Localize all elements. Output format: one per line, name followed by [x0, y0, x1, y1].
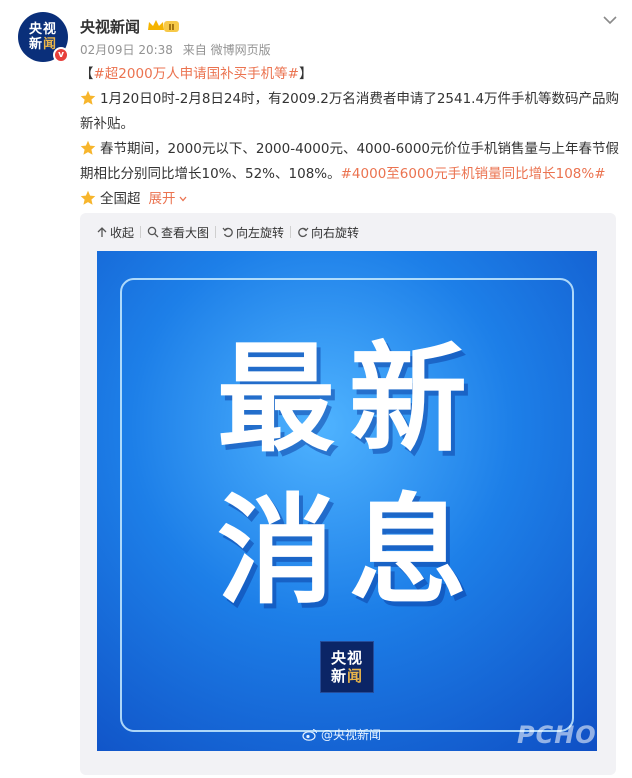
watermark-text: @央视新闻	[321, 728, 382, 742]
post-image[interactable]: 最新 消息 央视 新闻 @央视新闻 PCHOME	[97, 251, 597, 751]
collapse-icon	[97, 227, 107, 237]
topic-link[interactable]: #4000至6000元手机销量同比增长108%#	[341, 166, 606, 182]
collapse-button[interactable]: 收起	[96, 224, 134, 241]
rotate-left-icon	[222, 227, 233, 238]
rotate-right-button[interactable]: 向右旋转	[297, 224, 359, 241]
avatar-text-line1: 央视	[28, 22, 57, 37]
search-icon	[147, 226, 159, 238]
chevron-down-icon	[179, 196, 186, 202]
member-level-text: II	[169, 23, 175, 32]
topic-link[interactable]: #超2000万人申请国补买手机等#	[94, 66, 299, 82]
collapse-label: 收起	[110, 225, 135, 240]
verified-icon: v	[53, 47, 69, 63]
avatar-text-line2: 新闻	[29, 37, 57, 52]
view-large-label: 查看大图	[161, 225, 210, 240]
post-source: 来自 微博网页版	[182, 43, 271, 57]
post-date[interactable]: 02月09日 20:38	[80, 43, 173, 57]
post-paragraph-1: 1月20日0时-2月8日24时，有2009.2万名消费者申请了2541.4万件手…	[80, 87, 620, 137]
toolbar-divider	[290, 226, 292, 238]
rotate-right-icon	[298, 227, 309, 238]
star-icon	[80, 90, 96, 105]
account-name[interactable]: 央视新闻	[80, 16, 140, 37]
paragraph-1-text: 1月20日0时-2月8日24时，有2009.2万名消费者申请了2541.4万件手…	[80, 91, 620, 132]
media-card: 收起 查看大图 向左旋转 向右旋转 最新 消息 央视 新闻 @央视新闻 PCHO…	[80, 213, 616, 775]
expand-link[interactable]: 展开	[149, 191, 187, 207]
expand-label: 展开	[148, 191, 176, 207]
rotate-left-button[interactable]: 向左旋转	[222, 224, 284, 241]
logo-text-line2-second: 闻	[347, 667, 364, 685]
avatar-text-line2-first: 新	[28, 37, 43, 52]
post-title: 【#超2000万人申请国补买手机等#】	[80, 62, 620, 87]
post-content: 【#超2000万人申请国补买手机等#】 1月20日0时-2月8日24时，有200…	[80, 62, 620, 212]
paragraph-3-text: 全国超	[100, 191, 141, 207]
toolbar-divider	[140, 226, 142, 238]
poster-headline-line1: 最新	[217, 330, 482, 468]
post-paragraph-3: 全国超 展开	[80, 187, 620, 212]
weibo-icon	[302, 728, 318, 741]
cctv-news-logo: 央视 新闻	[320, 641, 374, 693]
post-paragraph-2: 春节期间，2000元以下、2000-4000元、4000-6000元价位手机销售…	[80, 137, 620, 187]
member-crown-icon[interactable]: II	[146, 18, 180, 34]
poster-headline-line2: 消息	[217, 482, 482, 620]
rotate-right-label: 向右旋转	[311, 225, 360, 240]
star-icon	[80, 140, 96, 155]
post-meta: 02月09日 20:38 来自 微博网页版	[80, 41, 271, 58]
star-icon	[80, 190, 96, 205]
title-bracket-open: 【	[80, 66, 94, 82]
image-toolbar: 收起 查看大图 向左旋转 向右旋转	[96, 223, 359, 241]
logo-text-line2-first: 新	[330, 667, 347, 685]
rotate-left-label: 向左旋转	[236, 225, 285, 240]
title-bracket-close: 】	[298, 66, 313, 82]
toolbar-divider	[215, 226, 217, 238]
weibo-watermark: @央视新闻	[302, 726, 381, 743]
logo-text-line1: 央视	[330, 649, 363, 667]
view-large-button[interactable]: 查看大图	[147, 224, 209, 241]
logo-text-line2: 新闻	[331, 667, 363, 685]
chevron-down-icon[interactable]	[602, 14, 618, 26]
site-watermark: PCHOME	[517, 721, 597, 749]
